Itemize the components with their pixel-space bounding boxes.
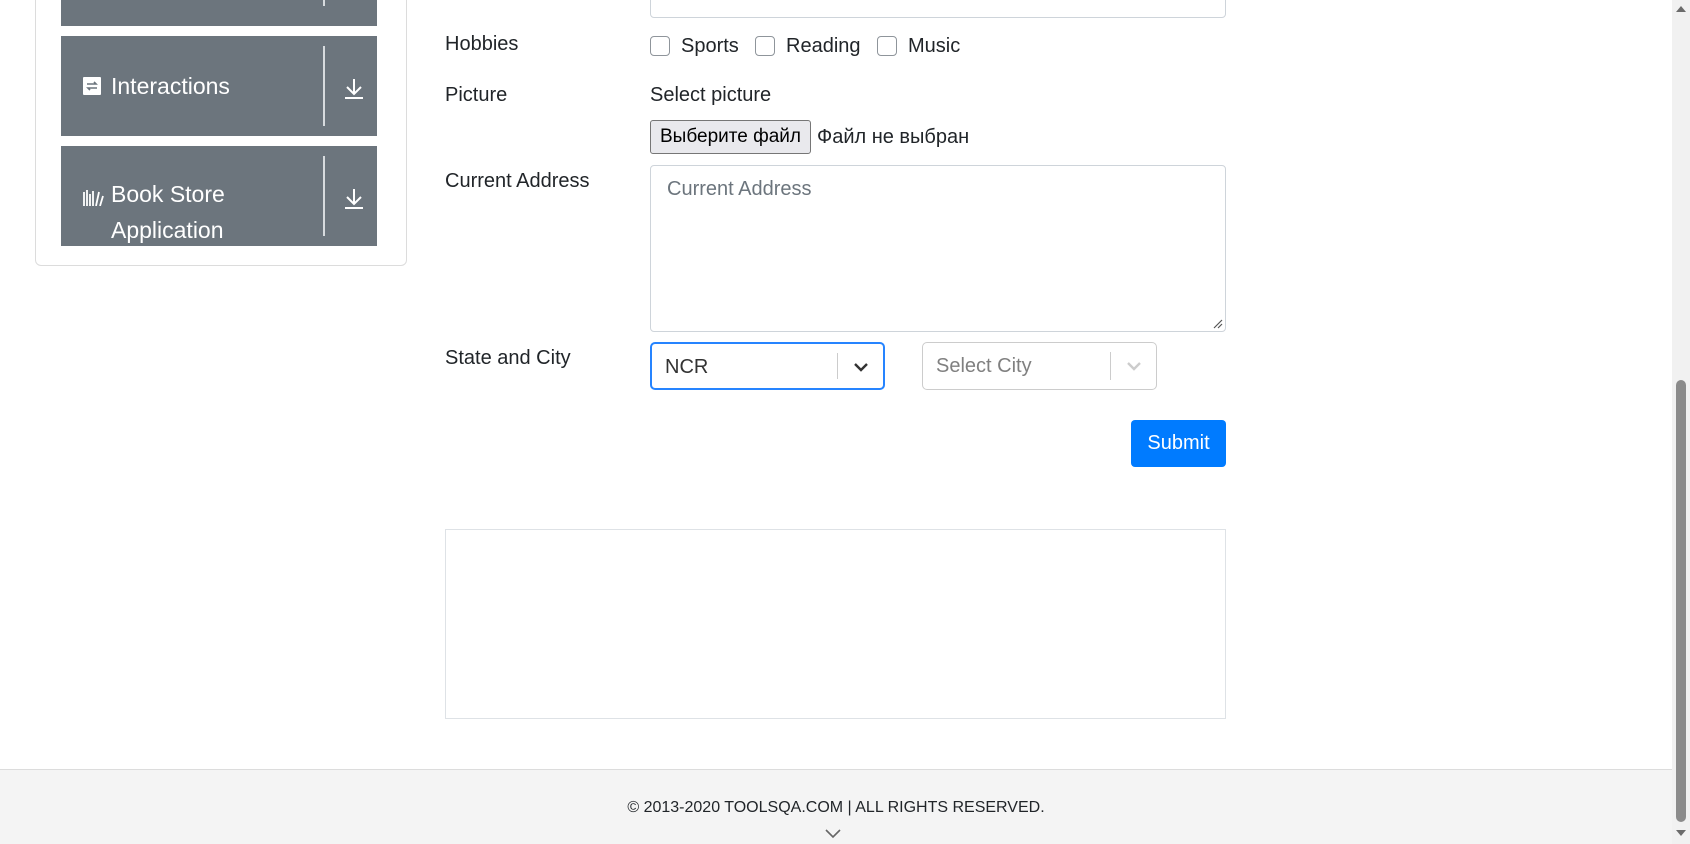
- submit-button[interactable]: Submit: [1131, 420, 1226, 467]
- results-output: [445, 529, 1226, 719]
- sidebar-group-divider: [323, 0, 325, 6]
- download-icon[interactable]: [341, 76, 367, 102]
- current-address-label: Current Address: [445, 170, 590, 192]
- scroll-up-arrow-icon[interactable]: [1676, 4, 1686, 12]
- checkbox[interactable]: [877, 36, 897, 56]
- hobby-checkbox-reading[interactable]: Reading: [755, 34, 861, 58]
- state-select-value: NCR: [665, 356, 709, 378]
- picture-label: Picture: [445, 84, 508, 106]
- download-icon[interactable]: [341, 186, 367, 212]
- hobbies-label: Hobbies: [445, 33, 519, 55]
- footer-copyright: © 2013-2020 TOOLSQA.COM | ALL RIGHTS RES…: [627, 799, 1045, 816]
- sidebar-group-interactions[interactable]: Interactions: [61, 36, 377, 136]
- city-select[interactable]: Select City: [922, 342, 1157, 390]
- book-store-icon: [83, 190, 104, 206]
- sidebar-group-divider: [323, 46, 325, 126]
- footer: © 2013-2020 TOOLSQA.COM | ALL RIGHTS RES…: [0, 769, 1672, 844]
- city-select-placeholder: Select City: [936, 355, 1032, 377]
- chevron-down-icon[interactable]: [1124, 356, 1144, 376]
- checkbox[interactable]: [650, 36, 670, 56]
- chevron-down-icon[interactable]: [851, 357, 871, 377]
- sidebar-group-divider: [323, 156, 325, 236]
- hobby-checkbox-sports[interactable]: Sports: [650, 34, 739, 58]
- state-city-label: State and City: [445, 347, 571, 369]
- hobby-checkbox-music[interactable]: Music: [877, 34, 960, 58]
- file-upload: Выберите файл Файл не выбран: [650, 120, 969, 154]
- select-separator: [837, 353, 838, 379]
- state-select[interactable]: NCR: [650, 342, 885, 390]
- address-placeholder: Current Address: [667, 178, 812, 200]
- select-separator: [1110, 352, 1111, 380]
- chevron-down-icon[interactable]: [823, 827, 843, 841]
- scrollbar-thumb[interactable]: [1676, 380, 1686, 822]
- choose-file-button[interactable]: Выберите файл: [650, 120, 811, 154]
- checkbox-label: Music: [908, 34, 961, 57]
- page-scrollbar[interactable]: [1672, 0, 1690, 844]
- select-picture-hint: Select picture: [650, 84, 772, 106]
- practice-form-page: Interactions Book Store Application Hobb…: [0, 0, 1690, 844]
- interactions-icon: [83, 77, 101, 95]
- checkbox-label: Sports: [681, 34, 739, 57]
- sidebar-group-label: Book Store Application: [111, 181, 225, 243]
- sidebar-group-previous[interactable]: [61, 0, 377, 26]
- scroll-down-arrow-icon[interactable]: [1676, 830, 1686, 838]
- current-address-textarea[interactable]: Current Address: [650, 165, 1226, 332]
- sidebar-group-book-store[interactable]: Book Store Application: [61, 146, 377, 246]
- resize-grip-icon[interactable]: [1211, 317, 1223, 329]
- checkbox[interactable]: [755, 36, 775, 56]
- mobile-input[interactable]: [650, 0, 1226, 18]
- checkbox-label: Reading: [786, 34, 861, 57]
- sidebar-group-label: Interactions: [111, 73, 230, 99]
- file-status: Файл не выбран: [816, 125, 970, 148]
